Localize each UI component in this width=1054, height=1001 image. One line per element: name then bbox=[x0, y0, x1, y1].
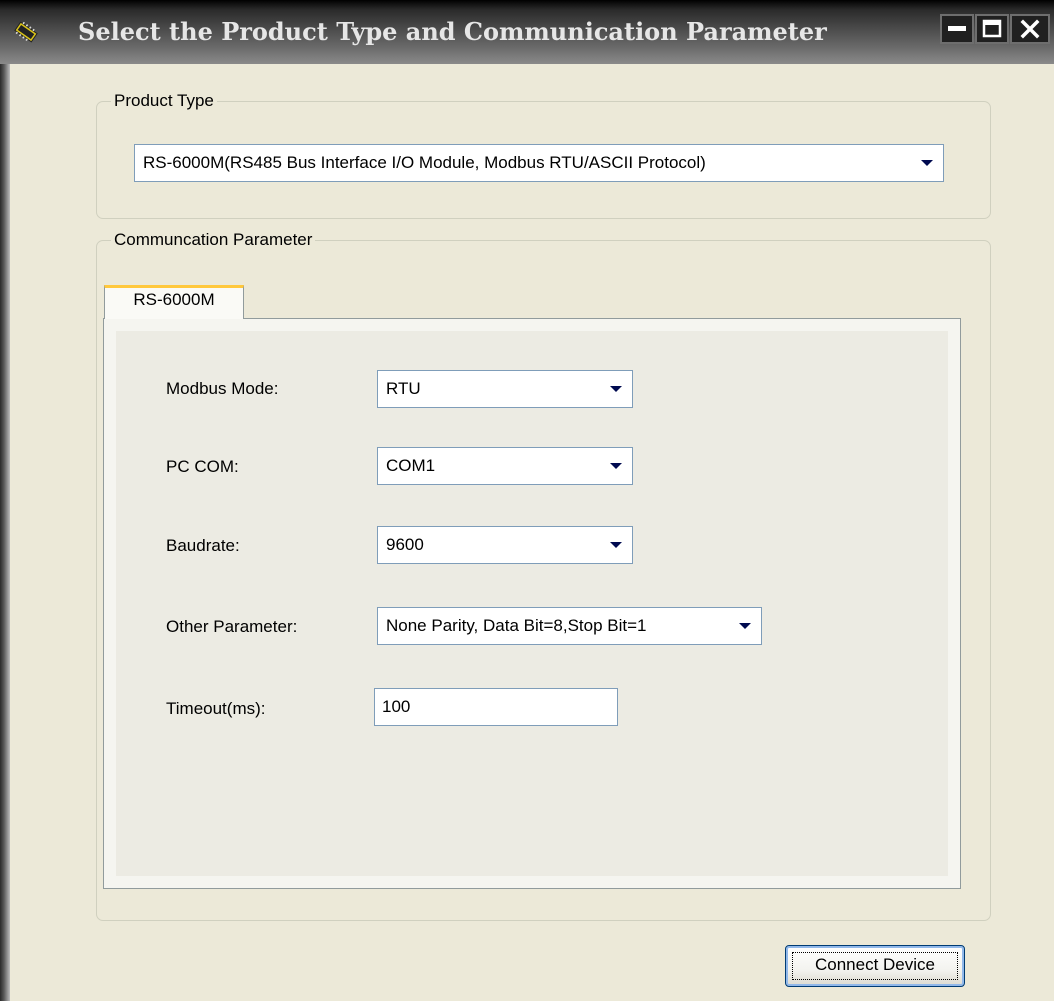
modbus-mode-label: Modbus Mode: bbox=[166, 379, 279, 398]
chevron-down-icon bbox=[610, 542, 622, 548]
product-type-select[interactable]: RS-6000M(RS485 Bus Interface I/O Module,… bbox=[134, 144, 944, 182]
chevron-down-icon bbox=[739, 623, 751, 629]
timeout-value: 100 bbox=[382, 697, 411, 716]
pc-com-value: COM1 bbox=[386, 456, 436, 475]
chevron-down-icon bbox=[610, 463, 622, 469]
comm-parameter-legend: Communcation Parameter bbox=[114, 230, 313, 249]
maximize-icon bbox=[982, 19, 1002, 38]
close-button[interactable] bbox=[1010, 14, 1050, 44]
pc-com-label: PC COM: bbox=[166, 457, 239, 476]
dialog-window: Select the Product Type and Communicatio… bbox=[0, 0, 1054, 1001]
chevron-down-icon bbox=[610, 386, 622, 392]
timeout-label: Timeout(ms): bbox=[166, 699, 266, 718]
pc-com-select[interactable]: COM1 bbox=[377, 447, 633, 485]
baudrate-value: 9600 bbox=[386, 535, 424, 554]
window-title: Select the Product Type and Communicatio… bbox=[78, 17, 827, 46]
modbus-mode-select[interactable]: RTU bbox=[377, 370, 633, 408]
other-parameter-select[interactable]: None Parity, Data Bit=8,Stop Bit=1 bbox=[377, 607, 762, 645]
tab-label: RS-6000M bbox=[133, 290, 215, 309]
product-type-value: RS-6000M(RS485 Bus Interface I/O Module,… bbox=[143, 153, 706, 172]
minimize-icon bbox=[948, 26, 966, 31]
timeout-input[interactable]: 100 bbox=[374, 688, 618, 726]
title-bar[interactable]: Select the Product Type and Communicatio… bbox=[0, 0, 1054, 64]
connect-device-button[interactable]: Connect Device bbox=[785, 945, 965, 987]
baudrate-label: Baudrate: bbox=[166, 536, 240, 555]
product-type-legend: Product Type bbox=[114, 91, 214, 110]
tab-rs-6000m[interactable]: RS-6000M bbox=[104, 285, 244, 319]
close-icon bbox=[1020, 19, 1040, 39]
connect-device-label: Connect Device bbox=[814, 955, 935, 974]
minimize-button[interactable] bbox=[940, 14, 974, 44]
chevron-down-icon bbox=[921, 160, 933, 166]
chip-icon bbox=[12, 21, 40, 43]
baudrate-select[interactable]: 9600 bbox=[377, 526, 633, 564]
window-left-border bbox=[0, 0, 10, 1001]
other-parameter-label: Other Parameter: bbox=[166, 617, 298, 636]
maximize-button[interactable] bbox=[975, 14, 1009, 44]
tab-panel-body bbox=[116, 331, 948, 876]
modbus-mode-value: RTU bbox=[386, 379, 421, 398]
other-parameter-value: None Parity, Data Bit=8,Stop Bit=1 bbox=[386, 616, 647, 635]
